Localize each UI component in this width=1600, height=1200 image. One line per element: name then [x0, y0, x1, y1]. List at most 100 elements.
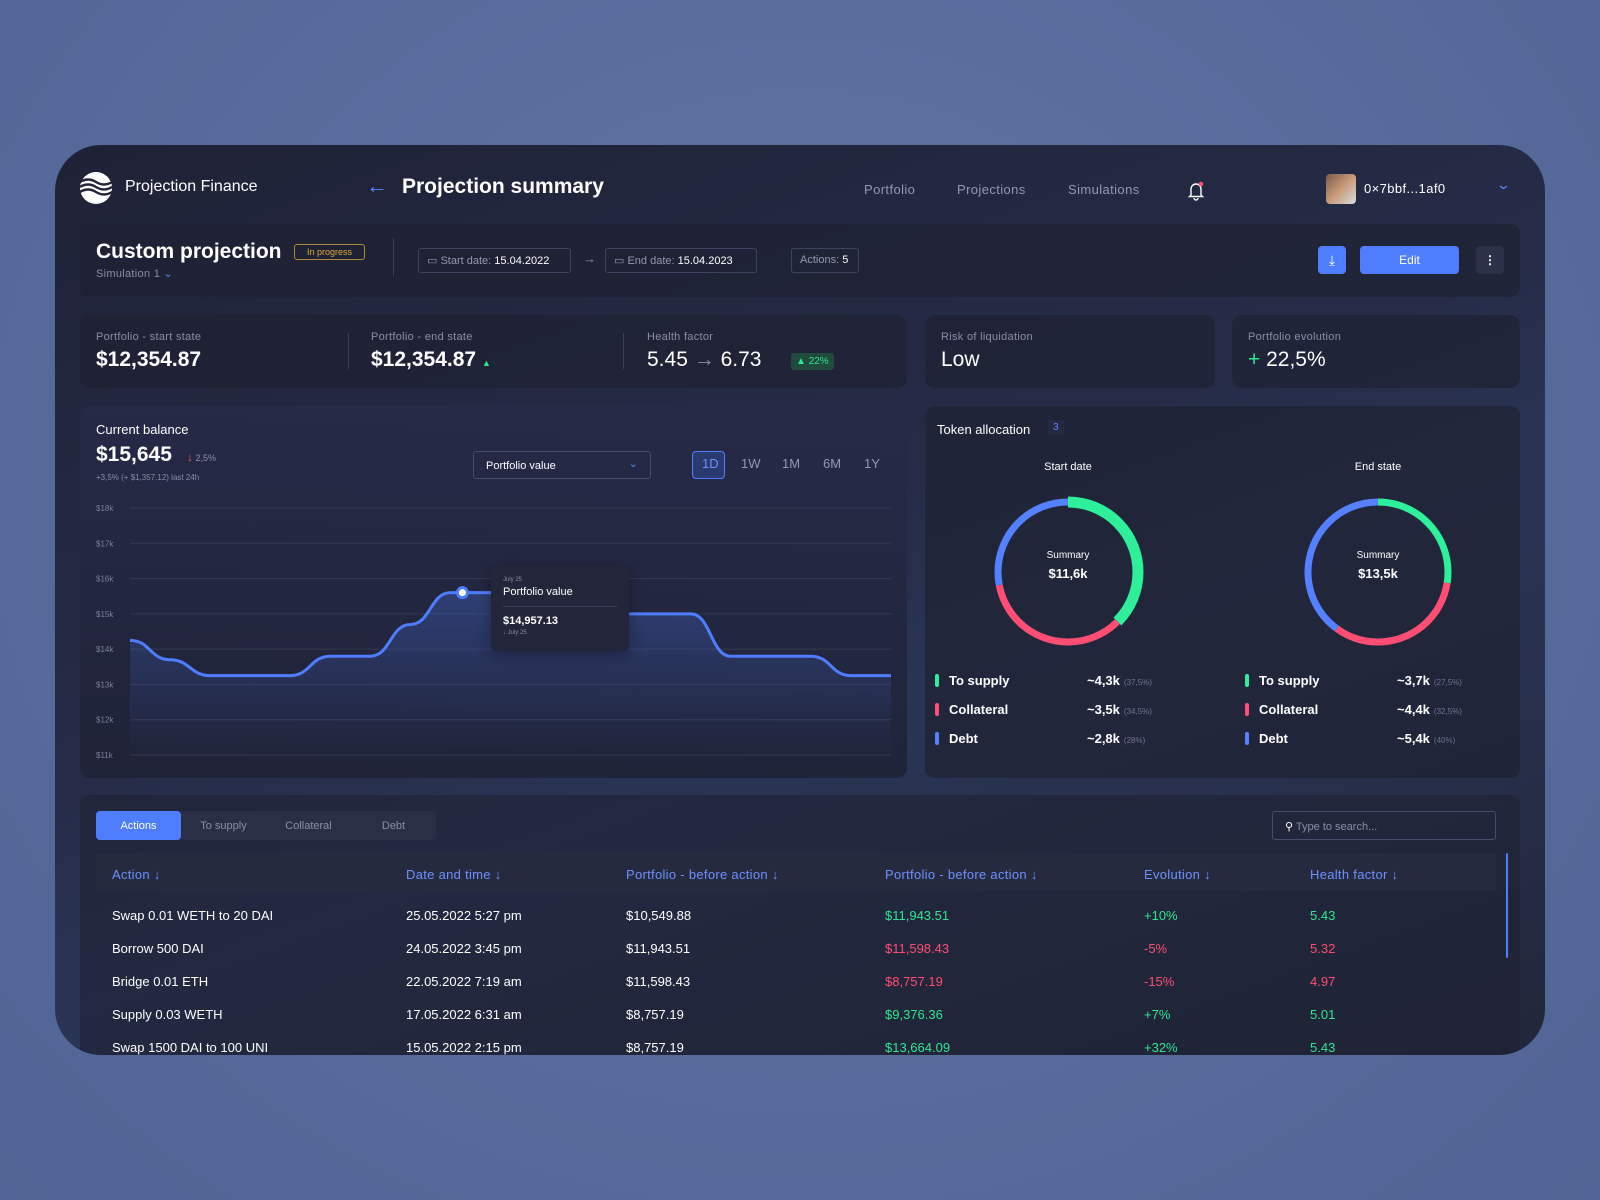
- cell-before: $11,598.43: [626, 974, 691, 989]
- legend-percent: (40%): [1433, 736, 1456, 745]
- nav-simulations[interactable]: Simulations: [1068, 182, 1140, 197]
- cell-health: 5.01: [1310, 1007, 1336, 1022]
- cell-evolution: -5%: [1144, 941, 1168, 956]
- column-evolution[interactable]: Evolution ↓: [1144, 867, 1211, 882]
- cell-after: $13,664.09: [885, 1040, 951, 1055]
- legend-value: ~2,8k (28%): [1087, 731, 1145, 746]
- chart-tooltip: July 25 Portfolio value $14,957.13 ↓ Jul…: [491, 565, 629, 651]
- legend-label: Collateral: [1259, 702, 1319, 717]
- evolution-label: Portfolio evolution: [1248, 331, 1342, 343]
- table-row[interactable]: Swap 0.01 WETH to 20 DAI 25.05.2022 5:27…: [96, 908, 1496, 932]
- cell-health: 5.43: [1310, 908, 1336, 923]
- search-input[interactable]: ⚲ Type to search...: [1272, 811, 1496, 840]
- more-options-button[interactable]: ⋮: [1476, 246, 1504, 274]
- cell-action: Swap 1500 DAI to 100 UNI: [112, 1040, 269, 1055]
- table-tabs: Actions To supply Collateral Debt: [96, 811, 436, 840]
- evolution-card: Portfolio evolution + 22,5%: [1232, 315, 1520, 388]
- legend-percent: (34,5%): [1123, 707, 1152, 716]
- legend-item-collateral: Collateral: [935, 702, 1008, 717]
- cell-action: Bridge 0.01 ETH: [112, 974, 209, 989]
- legend-label: Debt: [949, 731, 978, 746]
- legend-amount: ~5,4k: [1397, 731, 1430, 746]
- legend-amount: ~3,5k: [1087, 702, 1120, 717]
- token-count-badge: 3: [1048, 420, 1064, 435]
- column-before[interactable]: Portfolio - before action ↓: [626, 867, 779, 882]
- y-tick-label: $12k: [96, 716, 114, 725]
- table-row[interactable]: Bridge 0.01 ETH 22.05.2022 7:19 am $11,5…: [96, 974, 1496, 998]
- column-after[interactable]: Portfolio - before action ↓: [885, 867, 1038, 882]
- donut-title: End state: [1354, 461, 1402, 473]
- table-header: Action ↓ Date and time ↓ Portfolio - bef…: [96, 853, 1496, 891]
- edit-button[interactable]: Edit: [1360, 246, 1459, 274]
- column-label: Portfolio - before action: [885, 867, 1027, 882]
- search-placeholder: Type to search...: [1295, 821, 1378, 833]
- cell-after: $9,376.36: [885, 1007, 943, 1022]
- table-row[interactable]: Borrow 500 DAI 24.05.2022 3:45 pm $11,94…: [96, 941, 1496, 965]
- plus-icon: +: [1248, 348, 1261, 371]
- column-label: Health factor: [1310, 867, 1388, 882]
- legend-percent: (32,5%): [1433, 707, 1462, 716]
- legend-value: ~5,4k (40%): [1397, 731, 1455, 746]
- donut-title: Start date: [1044, 461, 1092, 473]
- legend-amount: ~4,4k: [1397, 702, 1430, 717]
- bell-icon[interactable]: [1187, 181, 1205, 201]
- column-label: Evolution: [1144, 867, 1201, 882]
- legend-value: ~3,7k (27,5%): [1397, 673, 1462, 688]
- tab-collateral[interactable]: Collateral: [266, 811, 351, 840]
- column-action[interactable]: Action ↓: [112, 867, 161, 882]
- tooltip-title: Portfolio value: [503, 586, 573, 598]
- cell-date: 22.05.2022 7:19 am: [406, 974, 522, 989]
- summary-label: Summary: [1046, 550, 1090, 561]
- hover-point: [455, 586, 469, 600]
- legend-amount: ~4,3k: [1087, 673, 1120, 688]
- wallet-address[interactable]: 0×7bbf...1af0: [1364, 181, 1445, 196]
- legend-amount: ~3,7k: [1397, 673, 1430, 688]
- y-tick-label: $15k: [96, 610, 114, 619]
- y-tick-label: $11k: [96, 751, 114, 760]
- nav-projections[interactable]: Projections: [957, 182, 1026, 197]
- download-button[interactable]: ⤓: [1318, 246, 1346, 274]
- tooltip-sub: July 25: [507, 630, 527, 636]
- download-icon: ⤓: [1328, 251, 1336, 268]
- legend-swatch: [1245, 732, 1249, 745]
- app-window: Projection Finance ← Projection summary …: [55, 145, 1545, 1055]
- cell-evolution: -15%: [1144, 974, 1175, 989]
- tab-debt[interactable]: Debt: [351, 811, 436, 840]
- more-vertical-icon: ⋮: [1484, 253, 1496, 267]
- legend-swatch: [1245, 674, 1249, 687]
- cell-date: 17.05.2022 6:31 am: [406, 1007, 522, 1022]
- y-tick-label: $13k: [96, 680, 114, 689]
- column-health[interactable]: Health factor ↓: [1310, 867, 1398, 882]
- legend-label: Debt: [1259, 731, 1288, 746]
- table-row[interactable]: Swap 1500 DAI to 100 UNI 15.05.2022 2:15…: [96, 1040, 1496, 1055]
- legend-value: ~4,3k (37,5%): [1087, 673, 1152, 688]
- cell-date: 15.05.2022 2:15 pm: [406, 1040, 522, 1055]
- evolution-value: 22,5%: [1266, 348, 1326, 371]
- column-label: Date and time: [406, 867, 491, 882]
- cell-evolution: +10%: [1144, 908, 1178, 923]
- tab-to-supply[interactable]: To supply: [181, 811, 266, 840]
- cell-after: $11,598.43: [885, 941, 950, 956]
- legend-item-debt: Debt: [1245, 731, 1288, 746]
- cell-health: 4.97: [1310, 974, 1336, 989]
- summary-value: $11,6k: [1048, 566, 1088, 581]
- table-row[interactable]: Supply 0.03 WETH 17.05.2022 6:31 am $8,7…: [96, 1007, 1496, 1031]
- column-date[interactable]: Date and time ↓: [406, 867, 502, 882]
- avatar[interactable]: [1326, 174, 1356, 204]
- cell-date: 25.05.2022 5:27 pm: [406, 908, 522, 923]
- legend-swatch: [935, 732, 939, 745]
- legend-percent: (28%): [1123, 736, 1146, 745]
- tab-actions[interactable]: Actions: [96, 811, 181, 840]
- arrow-down-icon: ↓: [503, 630, 506, 636]
- divider: [503, 606, 617, 607]
- cell-action: Swap 0.01 WETH to 20 DAI: [112, 908, 274, 923]
- legend-amount: ~2,8k: [1087, 731, 1120, 746]
- cell-date: 24.05.2022 3:45 pm: [406, 941, 522, 956]
- legend-label: Collateral: [949, 702, 1009, 717]
- chevron-down-icon[interactable]: ⌄: [1496, 177, 1511, 193]
- legend-item-debt: Debt: [935, 731, 978, 746]
- legend-value: ~4,4k (32,5%): [1397, 702, 1462, 717]
- scrollbar[interactable]: [1506, 853, 1508, 958]
- risk-card: Risk of liquidation Low: [925, 315, 1215, 388]
- legend-swatch: [935, 674, 939, 687]
